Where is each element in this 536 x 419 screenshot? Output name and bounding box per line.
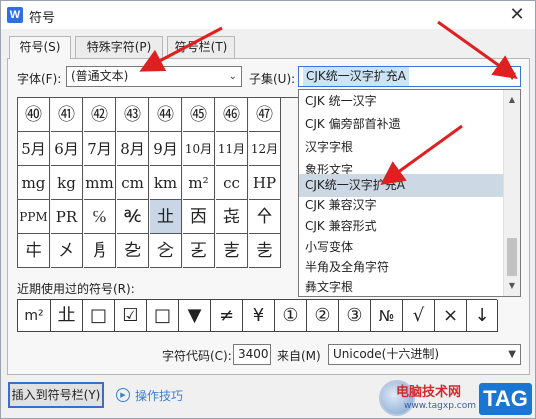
recent-symbol[interactable]: m² (18, 300, 51, 332)
chevron-down-icon: ▼ (508, 71, 516, 82)
subset-select[interactable]: CJK统一汉字扩充A ▼ (298, 66, 521, 87)
symbol-cell[interactable]: 㐉 (183, 234, 215, 268)
tab-special-chars[interactable]: 特殊字符(P) (75, 36, 163, 58)
recent-symbol[interactable]: □ (147, 300, 179, 332)
title-bar: W 符号 ✕ (1, 1, 535, 29)
symbol-cell[interactable]: kg (51, 166, 83, 200)
symbol-cell[interactable]: 12月 (249, 132, 281, 166)
recent-symbol[interactable]: √ (403, 300, 435, 332)
dropdown-item[interactable]: CJK 兼容形式 (299, 215, 503, 238)
dropdown-item[interactable]: CJK 偏旁部首补遗 (299, 113, 503, 136)
dropdown-item[interactable]: 彝文字根 (299, 276, 503, 299)
watermark-tag: TAG (479, 383, 532, 415)
symbol-cell[interactable]: ㊼ (249, 98, 281, 132)
symbol-cell[interactable]: ㊻ (216, 98, 248, 132)
recent-symbol[interactable]: ☑ (115, 300, 147, 332)
recent-symbols-bar: m² 㐀 □ ☑ □ ▼ ≠ ¥ ① ② ③ № √ × ↓ (17, 299, 498, 332)
dropdown-item[interactable]: CJK 统一汉字 (299, 90, 503, 113)
recent-symbols-label: 近期使用过的符号(R): (17, 282, 135, 296)
symbol-cell[interactable]: km (150, 166, 182, 200)
symbol-cell[interactable]: ㊵ (18, 98, 50, 132)
symbol-cell[interactable]: 6月 (51, 132, 83, 166)
symbol-cell[interactable]: 㐅 (51, 234, 83, 268)
recent-symbol[interactable]: ③ (339, 300, 371, 332)
symbol-cell[interactable]: 㐇 (117, 234, 149, 268)
symbol-cell[interactable]: ㊷ (84, 98, 116, 132)
symbol-cell[interactable]: 8月 (117, 132, 149, 166)
dropdown-item[interactable]: CJK 兼容汉字 (299, 194, 503, 217)
symbol-cell[interactable]: ㊶ (51, 98, 83, 132)
scroll-up-icon[interactable]: ▲ (504, 92, 520, 108)
symbol-cell[interactable]: ℀ (117, 200, 149, 234)
char-code-label: 字符代码(C): (162, 349, 232, 363)
chevron-down-icon: ▼ (508, 349, 516, 360)
symbol-cell[interactable]: cm (117, 166, 149, 200)
recent-symbol[interactable]: ≠ (211, 300, 243, 332)
symbol-cell[interactable]: 11月 (216, 132, 248, 166)
symbol-cell[interactable]: mg (18, 166, 50, 200)
symbol-grid: ㊵ ㊶ ㊷ ㊸ ㊹ ㊺ ㊻ ㊼ 5月 6月 7月 8月 9月 10月 11月 1… (17, 97, 306, 268)
symbol-cell[interactable]: PR (51, 200, 83, 234)
symbol-cell[interactable]: 7月 (84, 132, 116, 166)
symbol-cell[interactable]: mm (84, 166, 116, 200)
dialog-title: 符号 (29, 11, 56, 26)
tab-symbol-bar[interactable]: 符号栏(T) (167, 36, 235, 58)
wps-logo-icon: W (7, 7, 23, 23)
symbol-cell[interactable]: 㐋 (249, 234, 281, 268)
symbol-cell[interactable]: cc (216, 166, 248, 200)
recent-symbol[interactable]: ¥ (243, 300, 275, 332)
symbol-cell[interactable]: 㐂 (216, 200, 248, 234)
from-select[interactable]: Unicode(十六进制) ▼ (328, 344, 521, 365)
symbol-cell[interactable]: 5月 (18, 132, 50, 166)
tips-link[interactable]: 操作技巧 (135, 387, 183, 404)
symbol-cell[interactable]: ㊸ (117, 98, 149, 132)
char-code-input[interactable]: 3400 (233, 344, 271, 365)
recent-symbol[interactable]: × (435, 300, 467, 332)
recent-symbol[interactable]: № (371, 300, 403, 332)
dropdown-scrollbar[interactable]: ▲ ▼ (503, 90, 520, 296)
recent-symbol[interactable]: 㐀 (51, 300, 83, 332)
watermark-url: www.tagxp.com (404, 401, 476, 411)
symbol-cell[interactable]: 㐁 (183, 200, 215, 234)
from-label: 来自(M) (277, 349, 321, 363)
symbol-cell[interactable]: 㐊 (216, 234, 248, 268)
symbol-cell[interactable]: 㐆 (84, 234, 116, 268)
symbol-cell-selected[interactable]: 㐀 (150, 200, 182, 234)
symbol-cell[interactable]: 㐃 (249, 200, 281, 234)
font-select[interactable]: (普通文本) ⌄ (66, 66, 242, 87)
recent-symbol[interactable]: ↓ (467, 300, 498, 332)
symbol-cell[interactable]: ㊺ (183, 98, 215, 132)
chevron-down-icon: ⌄ (228, 71, 237, 82)
symbol-cell[interactable]: HP (249, 166, 281, 200)
symbol-dialog: W 符号 ✕ 符号(S) 特殊字符(P) 符号栏(T) 字体(F): (普通文本… (0, 0, 536, 419)
from-select-value: Unicode(十六进制) (333, 347, 440, 361)
symbol-cell[interactable]: PPM (18, 200, 50, 234)
scroll-down-icon[interactable]: ▼ (504, 278, 520, 294)
symbol-cell[interactable]: ㊹ (150, 98, 182, 132)
play-icon[interactable]: ▶ (116, 388, 130, 402)
tab-symbols[interactable]: 符号(S) (9, 36, 71, 59)
symbol-cell[interactable]: m² (183, 166, 215, 200)
watermark-site-name: 电脑技术网 (396, 385, 462, 400)
insert-to-symbol-bar-button[interactable]: 插入到符号栏(Y) (8, 382, 104, 408)
recent-symbol[interactable]: ▼ (179, 300, 211, 332)
dropdown-item[interactable]: 汉字字根 (299, 136, 503, 159)
recent-symbol[interactable]: □ (83, 300, 115, 332)
font-label: 字体(F): (17, 72, 62, 86)
subset-select-value: CJK统一汉字扩充A (303, 67, 409, 86)
recent-symbol[interactable]: ① (275, 300, 307, 332)
symbol-cell[interactable]: ℅ (84, 200, 116, 234)
subset-dropdown-list: CJK 统一汉字 CJK 偏旁部首补遗 汉字字根 象形文字 CJK统一汉字扩充A… (298, 89, 521, 297)
symbol-cell[interactable]: 㐄 (18, 234, 50, 268)
symbol-cell[interactable]: 9月 (150, 132, 182, 166)
close-icon[interactable]: ✕ (505, 4, 529, 26)
symbol-cell[interactable]: 㐈 (150, 234, 182, 268)
font-select-value: (普通文本) (71, 69, 129, 83)
recent-symbol[interactable]: ② (307, 300, 339, 332)
symbol-cell[interactable]: 10月 (183, 132, 215, 166)
subset-label: 子集(U): (249, 72, 296, 86)
scrollbar-thumb[interactable] (507, 238, 517, 276)
